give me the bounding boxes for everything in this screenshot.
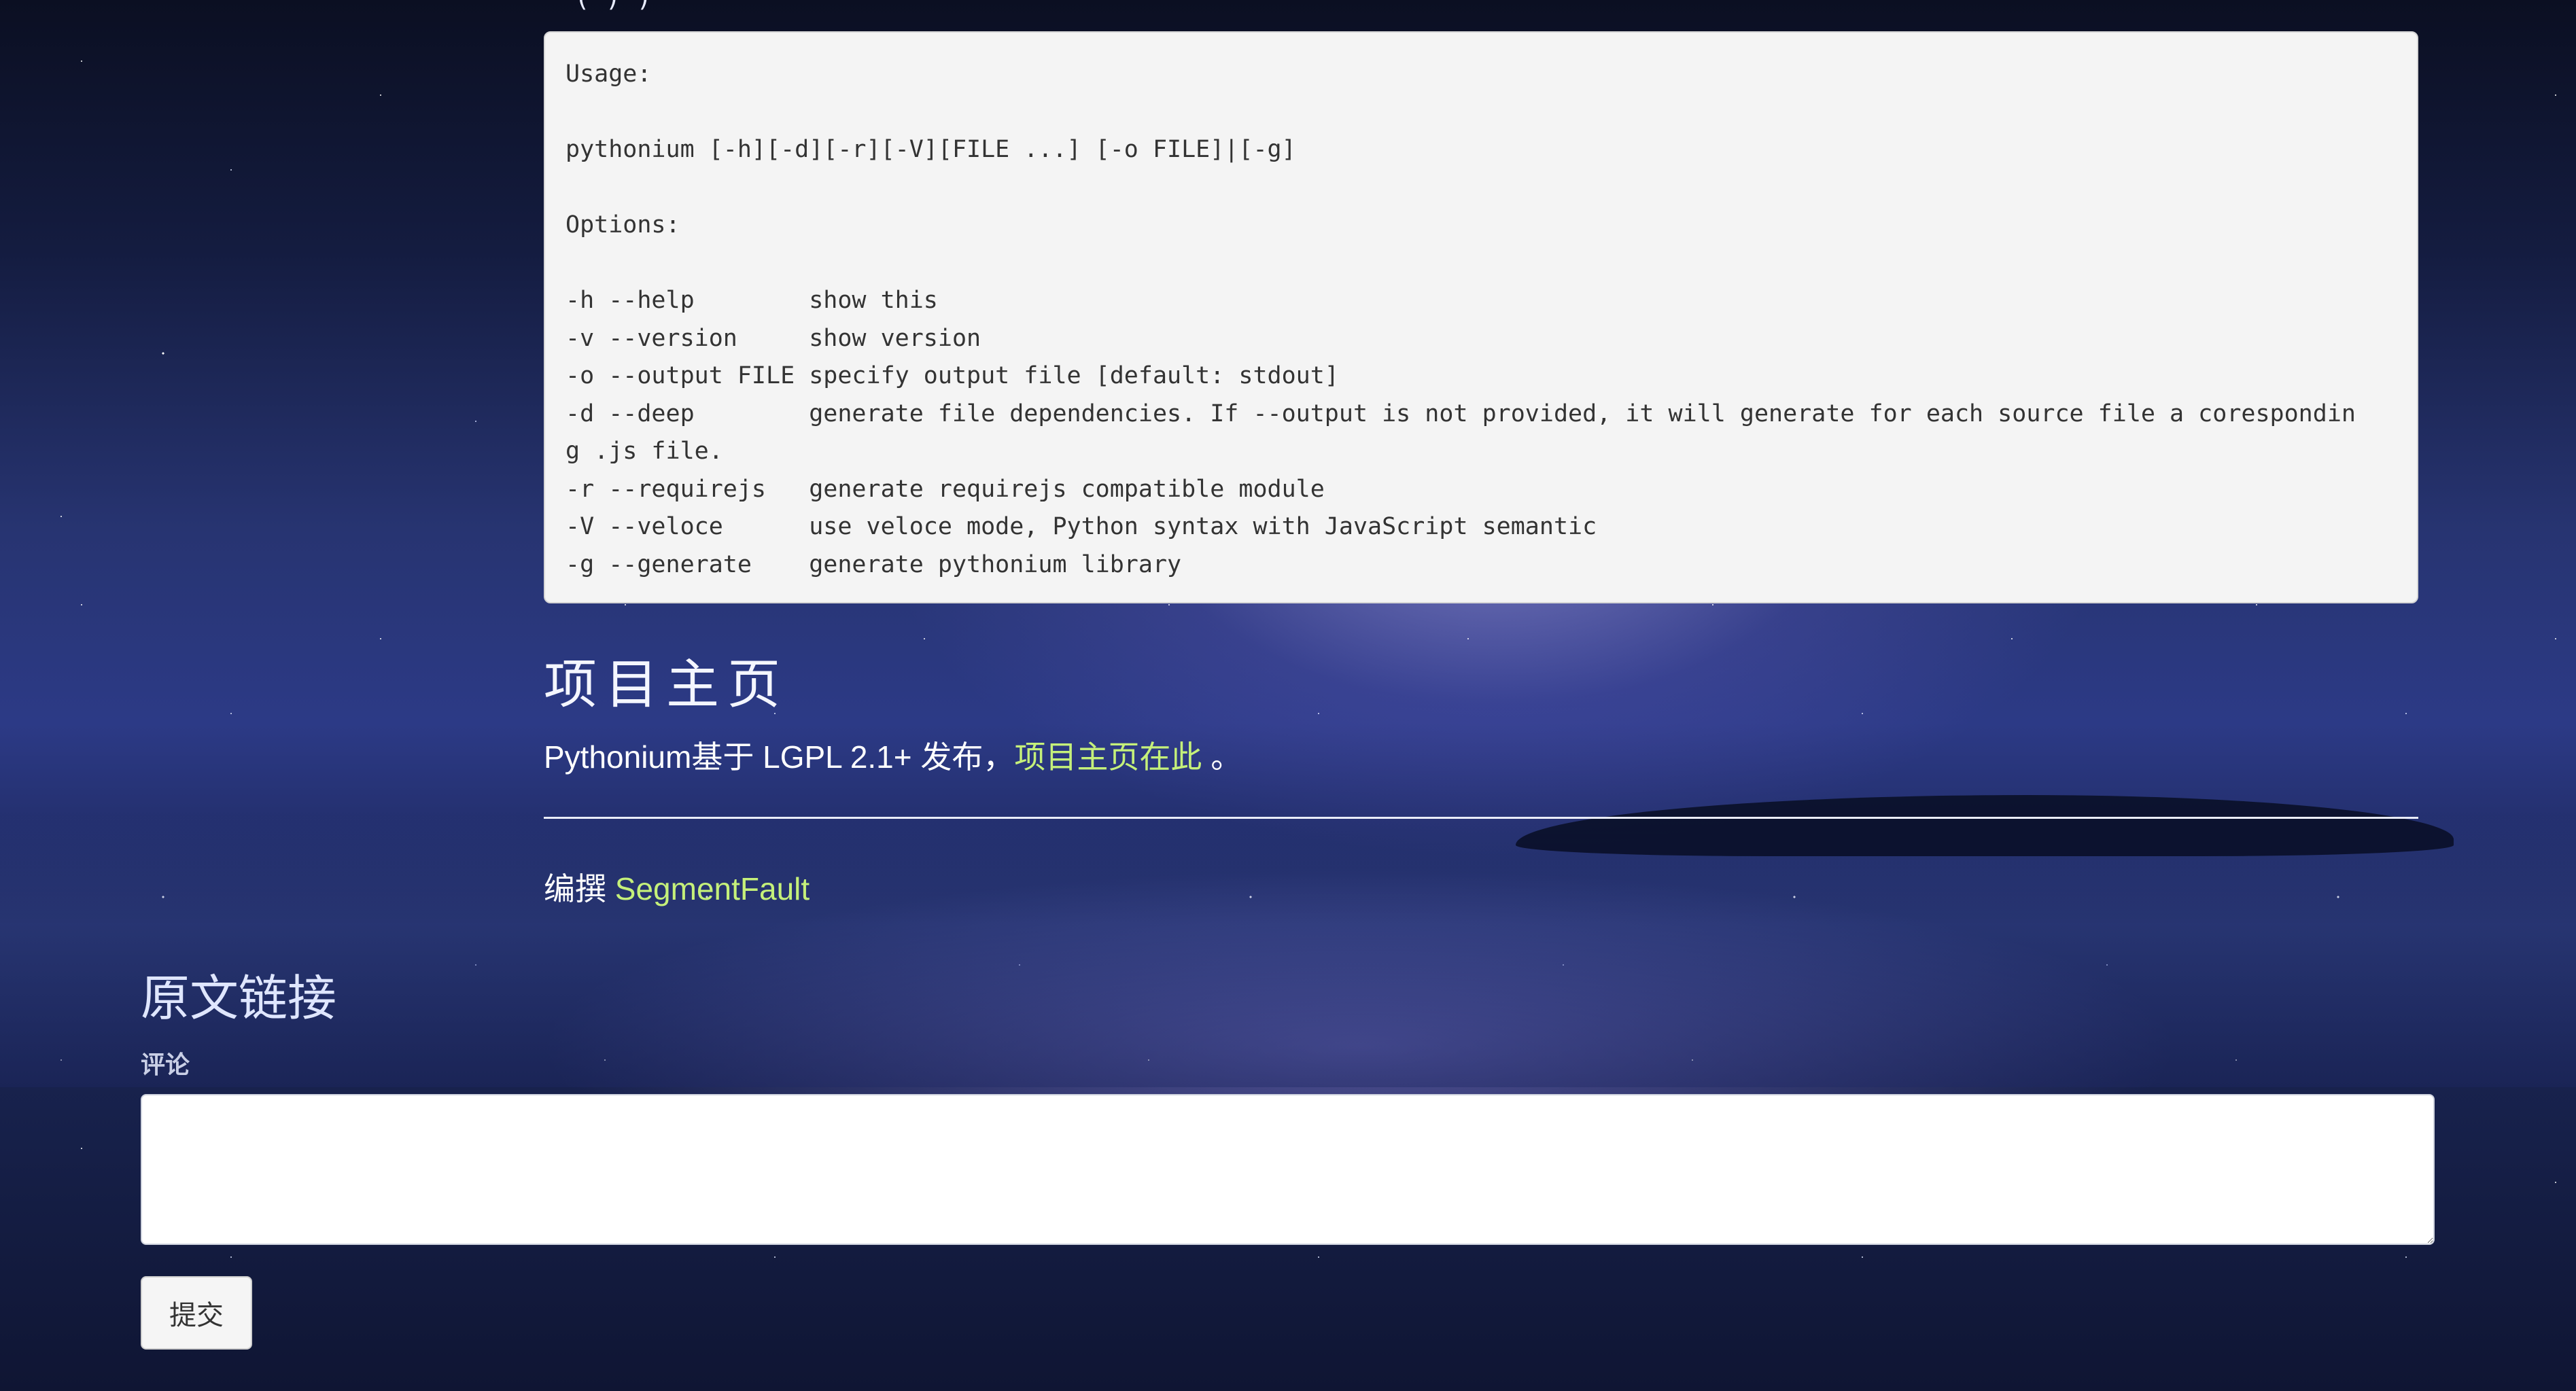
island-silhouette <box>1516 795 2454 856</box>
original-link-heading[interactable]: 原文链接 <box>141 965 2435 1033</box>
divider <box>544 817 2418 819</box>
cut-off-heading: ·(·)·) <box>559 0 652 12</box>
editor-label: 编撰 <box>544 871 606 906</box>
page-background: { "article": { "cut_text": "·(·)·)", "co… <box>0 0 2576 1391</box>
segmentfault-link[interactable]: SegmentFault <box>615 871 810 906</box>
comment-section: 原文链接 评论 提交 <box>141 965 2435 1350</box>
license-text: Pythonium基于 LGPL 2.1+ 发布， <box>544 739 1015 775</box>
license-suffix: 。 <box>1211 739 1242 775</box>
comment-textarea[interactable] <box>141 1094 2435 1245</box>
license-description: Pythonium基于 LGPL 2.1+ 发布，项目主页在此 。 <box>544 733 1242 777</box>
project-home-link[interactable]: 项目主页在此 <box>1014 739 1202 775</box>
comment-label: 评论 <box>141 1051 190 1078</box>
section-title-project-home: 项目主页 <box>544 654 789 716</box>
submit-button[interactable]: 提交 <box>141 1276 252 1350</box>
editor-credit: 编撰 SegmentFault <box>544 864 810 909</box>
usage-code-block: Usage: pythonium [-h][-d][-r][-V][FILE .… <box>544 31 2418 603</box>
